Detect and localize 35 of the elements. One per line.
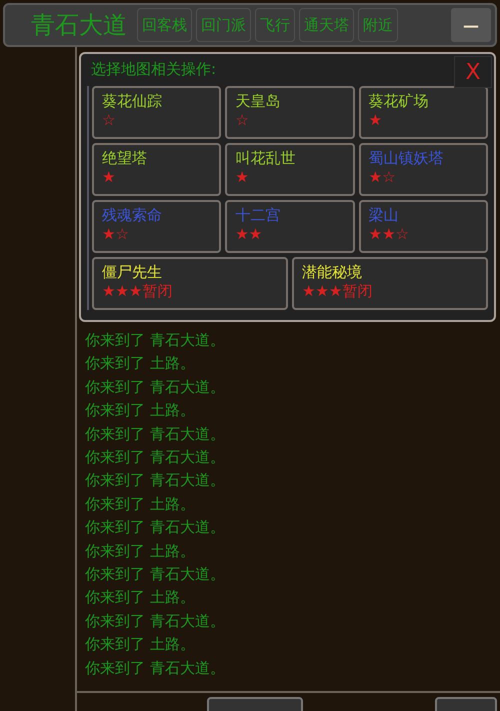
map-option[interactable]: 梁山 ★★☆ <box>358 200 488 253</box>
log-line: 你来到了 土路。 <box>85 634 196 656</box>
nav-button[interactable]: 飞行 <box>255 8 295 42</box>
log-line: 你来到了 青石大道。 <box>85 470 226 492</box>
location-title: 青石大道 <box>31 10 127 41</box>
log-line: 你来到了 土路。 <box>85 400 196 422</box>
log-line: 你来到了 青石大道。 <box>85 517 226 538</box>
map-option[interactable]: 潜能秘境 ★★★暂闭 <box>292 257 488 310</box>
map-option[interactable]: 十二宫 ★★ <box>225 200 355 253</box>
nav-button[interactable]: 附近 <box>358 8 398 42</box>
minimize-button[interactable]: — <box>451 8 491 42</box>
map-option[interactable]: 僵尸先生 ★★★暂闭 <box>92 257 288 310</box>
log-line: 你来到了 青石大道。 <box>85 376 226 398</box>
map-option[interactable]: 天皇岛 ☆ <box>225 86 355 139</box>
popup-title: 选择地图相关操作: <box>90 60 216 80</box>
nav-button[interactable]: 回门派 <box>196 8 251 42</box>
nav-button[interactable]: 回客栈 <box>137 8 192 42</box>
log-line: 你来到了 土路。 <box>85 587 196 608</box>
map-option[interactable]: 绝望塔 ★ <box>92 143 222 196</box>
log-line: 你来到了 土路。 <box>85 494 196 515</box>
log-line: 你来到了 青石大道。 <box>85 447 226 468</box>
log-line: 你来到了 土路。 <box>85 353 196 374</box>
map-option[interactable]: 叫花乱世 ★ <box>225 143 355 196</box>
log-line: 你来到了 青石大道。 <box>85 564 226 586</box>
nav-button[interactable]: 通天塔 <box>299 8 354 42</box>
map-option[interactable]: 蜀山镇妖塔 ★☆ <box>358 143 488 196</box>
log-line: 你来到了 土路。 <box>85 540 196 562</box>
map-option[interactable]: 残魂索命 ★☆ <box>92 200 222 253</box>
log-line: 你来到了 青石大道。 <box>85 658 226 679</box>
log-line: 你来到了 青石大道。 <box>85 330 226 351</box>
log-line: 你来到了 青石大道。 <box>85 424 226 445</box>
log-line: 你来到了 青石大道。 <box>85 610 226 632</box>
close-button[interactable]: X <box>454 56 492 88</box>
map-option[interactable]: 葵花仙踪 ☆ <box>92 86 222 139</box>
map-option[interactable]: 葵花矿场 ★ <box>358 86 488 139</box>
